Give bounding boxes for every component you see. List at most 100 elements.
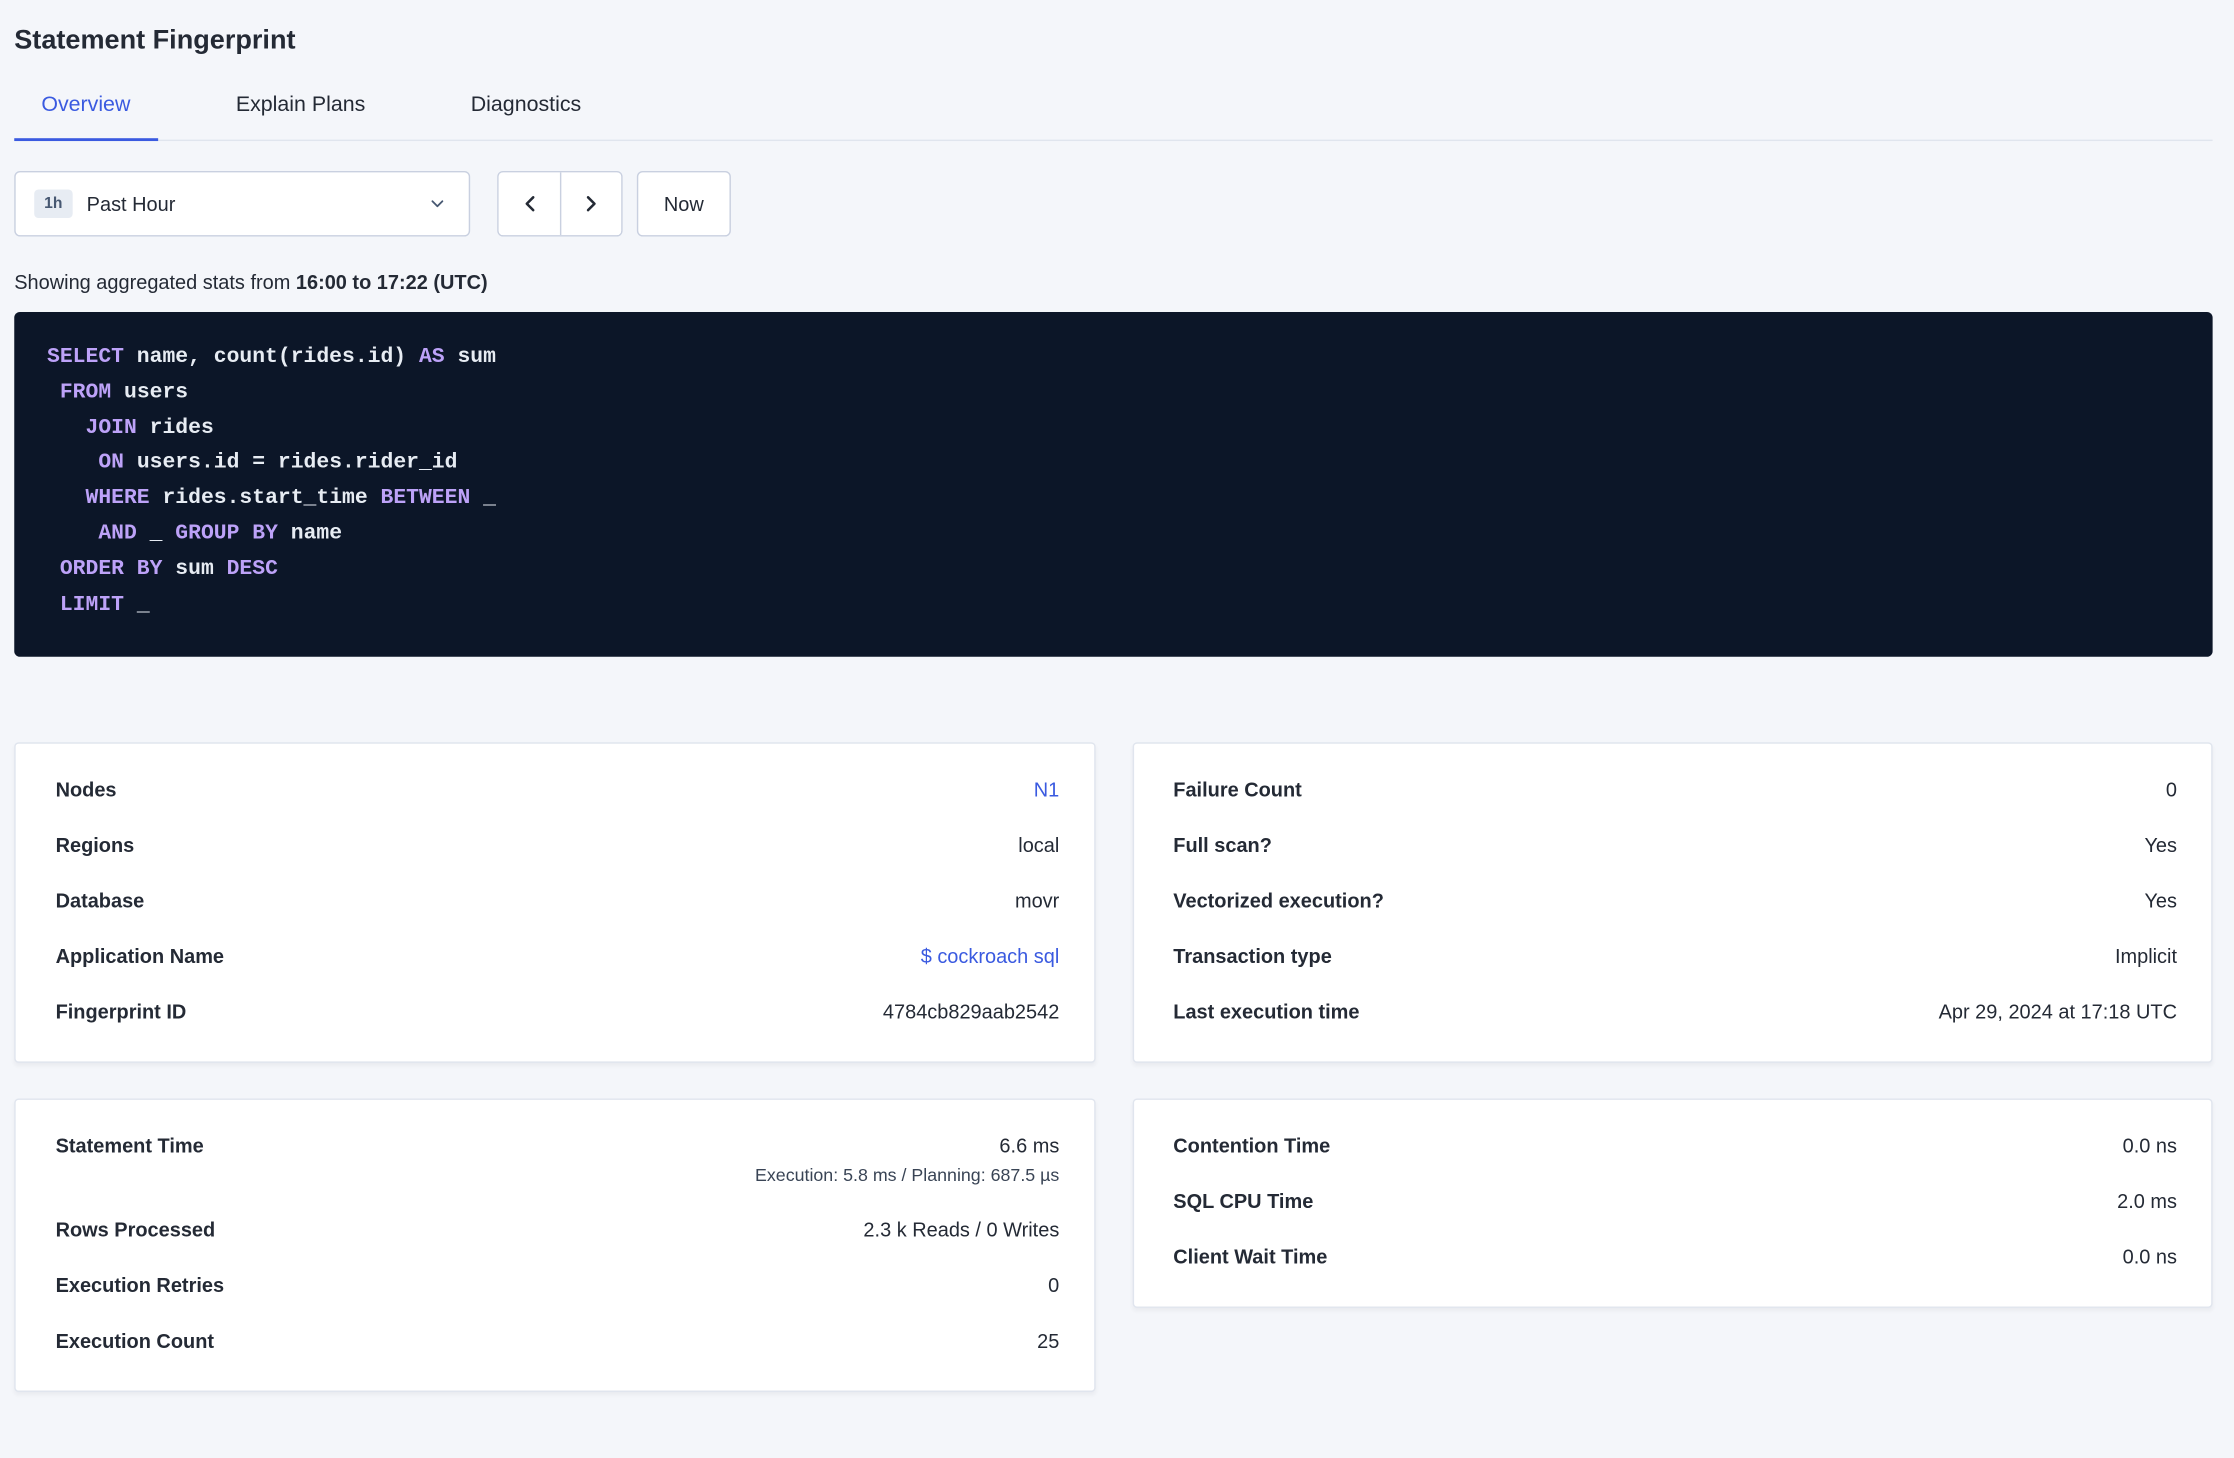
stat-value: 2.0 ms — [2117, 1190, 2178, 1213]
stat-value: 0 — [2165, 778, 2178, 802]
sql-line: ON users.id = rides.rider_id — [47, 447, 2180, 482]
sql-text: sum — [162, 556, 227, 581]
sql-line: LIMIT _ — [47, 588, 2180, 623]
stat-value: 25 — [1037, 1329, 1060, 1353]
card-execution-attributes: Failure Count 0 Full scan? Yes Vectorized ex… — [1131, 742, 2213, 1064]
stat-value: Yes — [2144, 889, 2178, 913]
stat-row: Application Name $ cockroach sql — [56, 929, 1060, 985]
stat-value-wrap: 0 — [2166, 776, 2177, 804]
stat-value: local — [1018, 834, 1060, 857]
stat-value-wrap: local — [1018, 831, 1059, 859]
sql-keyword: GROUP BY — [175, 521, 278, 546]
chevron-down-icon — [427, 194, 447, 214]
sql-keyword: DESC — [226, 556, 278, 581]
stat-value: 0.0 ns — [2122, 1134, 2178, 1158]
previous-time-button[interactable] — [498, 172, 560, 236]
sql-keyword: AS — [418, 344, 445, 370]
sql-statement-box: SELECT name, count(rides.id) AS sum FROM… — [14, 312, 2213, 658]
stat-value-link[interactable]: N1 — [1034, 776, 1060, 804]
stat-value-wrap: Implicit — [2115, 942, 2177, 970]
sql-keyword: SELECT — [47, 344, 124, 370]
stat-label: SQL CPU Time — [1173, 1190, 1314, 1213]
stat-label: Failure Count — [1173, 778, 1302, 802]
time-range-label: Past Hour — [86, 192, 176, 216]
page-title: Statement Fingerprint — [14, 25, 296, 56]
stat-row: Rows Processed 2.3 k Reads / 0 Writes — [56, 1203, 1060, 1259]
summary-cards-row: Nodes N1 Regions local Database movr Applicati… — [14, 742, 2213, 1064]
stat-row: Statement Time 6.6 ms Execution: 5.8 ms / … — [56, 1119, 1060, 1203]
tab-bar: Overview Explain Plans Diagnostics — [14, 91, 2213, 142]
stat-row: Execution Count 25 — [56, 1314, 1060, 1370]
stat-value-wrap: 4784cb829aab2542 — [883, 998, 1059, 1026]
stat-value-wrap: 0.0 ns — [2123, 1132, 2177, 1160]
sql-text: sum — [444, 344, 496, 370]
stat-subvalue: Execution: 5.8 ms / Planning: 687.5 µs — [755, 1165, 1060, 1186]
stat-value-wrap: Apr 29, 2024 at 17:18 UTC — [1939, 998, 2177, 1026]
stat-label: Vectorized execution? — [1173, 889, 1384, 913]
tab-overview[interactable]: Overview — [14, 91, 158, 142]
card-wait-times: Contention Time 0.0 ns SQL CPU Time 2.0 ms C… — [1131, 1099, 2213, 1309]
stat-label: Regions — [55, 834, 135, 857]
sql-keyword: FROM — [59, 380, 112, 405]
stat-value-wrap: Yes — [2144, 831, 2177, 859]
stat-label: Client Wait Time — [1173, 1245, 1328, 1269]
stat-value: 2.3 k Reads / 0 Writes — [863, 1218, 1060, 1242]
sql-line: SELECT name, count(rides.id) AS sum — [47, 341, 2180, 376]
stat-value: Apr 29, 2024 at 17:18 UTC — [1938, 1000, 2178, 1024]
stat-label: Rows Processed — [55, 1218, 216, 1242]
stat-label: Contention Time — [1173, 1134, 1331, 1158]
now-button[interactable]: Now — [636, 170, 731, 237]
time-controls-row: 1h Past Hour Now — [14, 170, 2212, 237]
stat-value-link[interactable]: $ cockroach sql — [921, 942, 1060, 970]
sql-text: _ — [123, 592, 150, 617]
sql-keyword: ON — [98, 450, 124, 475]
sql-text: name — [277, 521, 343, 546]
stat-value: 0 — [1048, 1274, 1060, 1298]
tab-diagnostics[interactable]: Diagnostics — [444, 91, 609, 141]
stat-value: movr — [1014, 889, 1060, 913]
stat-value: 0.0 ns — [2122, 1245, 2178, 1269]
stat-value: 4784cb829aab2542 — [882, 1000, 1060, 1024]
sql-keyword: LIMIT — [59, 592, 124, 617]
sql-keyword: BETWEEN — [380, 486, 471, 511]
stat-value-wrap: 25 — [1037, 1327, 1059, 1355]
stat-row: Failure Count 0 — [1173, 763, 2177, 819]
sql-line: JOIN rides — [47, 411, 2180, 446]
stat-value-wrap: movr — [1015, 887, 1059, 915]
stat-value-wrap: 2.0 ms — [2117, 1187, 2177, 1215]
sql-line: FROM users — [47, 376, 2180, 411]
stat-row: Transaction type Implicit — [1173, 929, 2177, 985]
stat-value-wrap: 2.3 k Reads / 0 Writes — [863, 1216, 1059, 1244]
interval-badge: 1h — [34, 189, 73, 218]
stat-row: Fingerprint ID 4784cb829aab2542 — [56, 985, 1060, 1041]
stat-row: SQL CPU Time 2.0 ms — [1173, 1175, 2177, 1231]
stat-value-wrap: $ cockroach sql — [921, 942, 1060, 970]
sql-text: name, count(rides.id) — [123, 344, 419, 370]
sql-keyword: AND — [98, 521, 137, 546]
stat-label: Application Name — [55, 945, 225, 968]
chevron-right-icon — [578, 191, 604, 217]
stat-value-wrap: 0.0 ns — [2123, 1243, 2177, 1271]
time-range-dropdown[interactable]: 1h Past Hour — [14, 170, 471, 237]
stat-label: Statement Time — [55, 1134, 204, 1158]
tab-explain-plans[interactable]: Explain Plans — [209, 91, 393, 141]
next-time-button[interactable] — [559, 172, 622, 236]
stats-caption-range: 16:00 to 17:22 (UTC) — [295, 270, 488, 294]
sql-text: rides — [136, 415, 214, 440]
stat-value-wrap: N1 — [1034, 776, 1060, 804]
stat-label: Full scan? — [1173, 834, 1272, 857]
stat-value-wrap: 6.6 ms Execution: 5.8 ms / Planning: 687.… — [755, 1132, 1059, 1189]
sql-line: WHERE rides.start_time BETWEEN _ — [47, 482, 2180, 517]
page-scale-wrapper: Statement Fingerprint Overview Explain Pl… — [0, 0, 2234, 1458]
chevron-left-icon — [516, 191, 542, 217]
stat-label: Database — [55, 889, 145, 913]
sql-text: users.id = rides.rider_id — [123, 450, 458, 475]
card-statement-details: Nodes N1 Regions local Database movr Applicati… — [14, 742, 1095, 1064]
statement-fingerprint-page: Statement Fingerprint Overview Explain Pl… — [0, 0, 2234, 1393]
stat-row: Nodes N1 — [56, 763, 1060, 819]
stat-value-wrap: Yes — [2144, 887, 2177, 915]
